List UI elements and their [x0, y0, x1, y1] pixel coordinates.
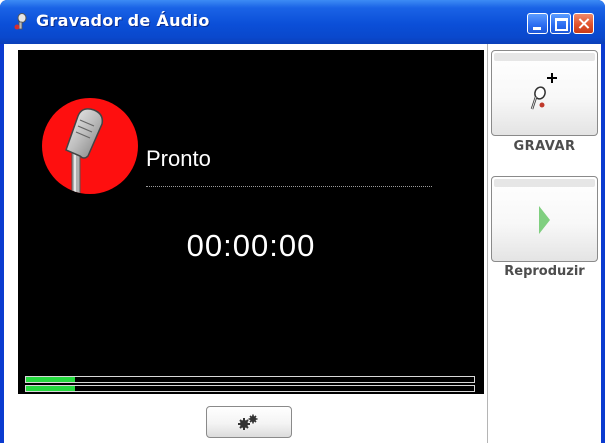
- title-bar[interactable]: Gravador de Áudio: [0, 0, 605, 44]
- window-title: Gravador de Áudio: [36, 11, 210, 30]
- settings-button[interactable]: [206, 406, 292, 438]
- maximize-button[interactable]: [550, 13, 571, 34]
- play-button[interactable]: [491, 176, 598, 262]
- record-button[interactable]: [491, 50, 598, 136]
- level-fill-right: [26, 386, 76, 391]
- level-fill-left: [26, 377, 76, 382]
- timer-display: 00:00:00: [186, 228, 316, 263]
- minimize-button[interactable]: [527, 13, 548, 34]
- status-divider: [146, 186, 432, 187]
- level-meter-left: [25, 376, 475, 383]
- panel-divider: [487, 44, 488, 443]
- play-icon: [539, 206, 550, 234]
- status-indicator: [42, 98, 138, 194]
- client-area: Pronto 00:00:00 GRAVAR Reproduzir: [4, 44, 601, 443]
- level-meter-right: [25, 385, 475, 392]
- record-label: GRAVAR: [513, 139, 576, 154]
- app-window: Gravador de Áudio Pronto 00:00:00 GRAVAR…: [0, 0, 605, 443]
- microphone-icon: [65, 108, 104, 194]
- close-button[interactable]: [573, 13, 594, 34]
- play-label: Reproduzir: [504, 264, 585, 279]
- status-text: Pronto: [146, 146, 211, 171]
- recorder-display: Pronto 00:00:00: [18, 50, 484, 394]
- gears-icon: [238, 414, 258, 430]
- microphone-plus-icon: [530, 73, 557, 110]
- microphone-icon: [14, 13, 27, 30]
